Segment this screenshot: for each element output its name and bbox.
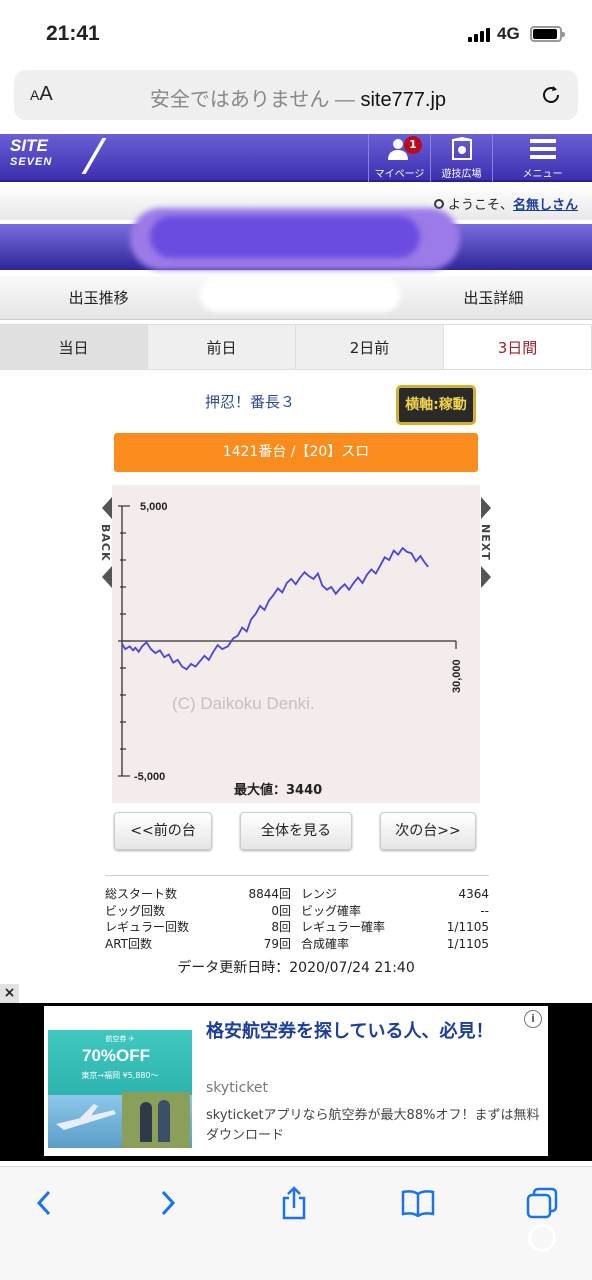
next-label: NEXT <box>479 524 492 561</box>
forward-icon[interactable] <box>148 1183 188 1223</box>
x-tick-label: 30,000 <box>451 659 463 693</box>
machine-name[interactable]: 押忍！番長３ <box>205 391 295 412</box>
menu-button[interactable]: メニュー <box>492 134 592 182</box>
tab-payout-detail[interactable]: 出玉詳細 <box>395 276 592 319</box>
next-arrow-icon[interactable] <box>481 497 491 519</box>
ad-image[interactable]: 航空券 ✈ 70%OFF 東京→福岡 ¥5,880〜 <box>48 1030 192 1148</box>
mypage-button[interactable]: 1 マイページ <box>368 134 430 182</box>
update-timestamp: データ更新日時：2020/07/24 21:40 <box>177 960 415 976</box>
payout-chart: 5,000 -5,000 30,000 (C) Daikoku Denki. 最大値：3… <box>118 501 463 798</box>
notification-badge: 1 <box>404 136 422 154</box>
tab-yesterday[interactable]: 前日 <box>148 325 296 369</box>
back-label: BACK <box>99 524 112 562</box>
hamburger-menu-icon <box>493 134 592 164</box>
assistive-touch-icon[interactable] <box>528 1224 556 1252</box>
site-logo[interactable]: SITE SEVEN <box>10 137 107 174</box>
plaza-button[interactable]: 遊技広場 <box>430 134 492 182</box>
max-value-label: 最大値：3440 <box>234 782 322 798</box>
view-all-button[interactable]: 全体を見る <box>240 812 352 850</box>
prev-unit-button[interactable]: <<前の台 <box>114 812 212 850</box>
tab-today[interactable]: 当日 <box>0 325 148 369</box>
next-unit-button[interactable]: 次の台>> <box>380 812 476 850</box>
stats-table: 総スタート数 8844回 レンジ 4364 ビッグ回数 0回 ビッグ確率 -- レギュラー回… <box>105 875 489 952</box>
tab-payout-trend[interactable]: 出玉推移 <box>0 276 197 319</box>
back-icon[interactable] <box>24 1183 64 1223</box>
payout-line <box>121 546 429 671</box>
chart-watermark: (C) Daikoku Denki. <box>172 694 315 713</box>
safari-toolbar <box>0 1166 592 1280</box>
stats-row: 総スタート数 8844回 レンジ 4364 <box>105 887 489 901</box>
period-tabs: 当日 前日 2日前 3日間 <box>0 324 592 370</box>
status-time: 21:41 <box>46 22 100 45</box>
ios-status-bar: 21:41 4G <box>0 0 592 66</box>
url-domain: site777.jp <box>360 89 447 111</box>
redaction-blur <box>200 278 400 312</box>
url-field[interactable]: 安全ではありません — site777.jp <box>74 83 522 112</box>
back-arrow-icon-lower[interactable] <box>102 566 112 588</box>
battery-icon <box>530 26 565 42</box>
safari-url-bar[interactable]: AA 安全ではありません — site777.jp <box>14 70 578 120</box>
bookmarks-icon[interactable] <box>398 1183 438 1223</box>
y-tick-label-min: -5,000 <box>134 771 165 783</box>
text-size-button[interactable]: AA <box>30 83 53 106</box>
site-header: SITE SEVEN 1 マイページ 遊技広場 メニュー <box>0 134 592 182</box>
reload-icon[interactable] <box>538 82 564 108</box>
unit-label-bar: 1421番台 /【20】スロ <box>114 433 478 472</box>
ad-card[interactable]: 航空券 ✈ 70%OFF 東京→福岡 ¥5,880〜 i 格安航空券を探している… <box>44 1006 548 1156</box>
share-icon[interactable] <box>274 1183 314 1223</box>
tabs-icon[interactable] <box>522 1183 562 1223</box>
axis-toggle-button[interactable]: 横軸:稼動 <box>396 385 476 425</box>
ad-source: skyticket <box>206 1080 268 1096</box>
stats-row: ビッグ回数 0回 ビッグ確率 -- <box>105 903 489 918</box>
user-name-link[interactable]: 名無しさん <box>513 198 578 213</box>
chart-area: 5,000 -5,000 30,000 (C) Daikoku Denki. 最大値：3… <box>112 485 480 803</box>
ad-title[interactable]: 格安航空券を探している人、必見！ <box>206 1018 536 1046</box>
stats-row: レギュラー回数 8回 レギュラー確率 1/1105 <box>105 920 489 934</box>
y-tick-label-max: 5,000 <box>140 501 168 513</box>
tab-2-days-ago[interactable]: 2日前 <box>296 325 444 369</box>
ad-description: skyticketアプリなら航空券が最大88%オフ！まずは無料ダウンロード <box>206 1108 540 1143</box>
stats-row: ART回数 79回 合成確率 1/1105 <box>105 936 489 951</box>
tab-3-days[interactable]: 3日間 <box>444 325 592 369</box>
next-arrow-icon-lower[interactable] <box>481 566 491 588</box>
airplane-icon <box>56 1104 116 1130</box>
ad-close-button[interactable]: × <box>0 984 19 1003</box>
network-label: 4G <box>497 24 520 43</box>
plaza-icon <box>431 134 492 164</box>
search-icon <box>433 199 444 209</box>
back-arrow-icon[interactable] <box>102 497 112 519</box>
promo-banner[interactable] <box>0 208 592 270</box>
signal-icon <box>468 28 490 42</box>
